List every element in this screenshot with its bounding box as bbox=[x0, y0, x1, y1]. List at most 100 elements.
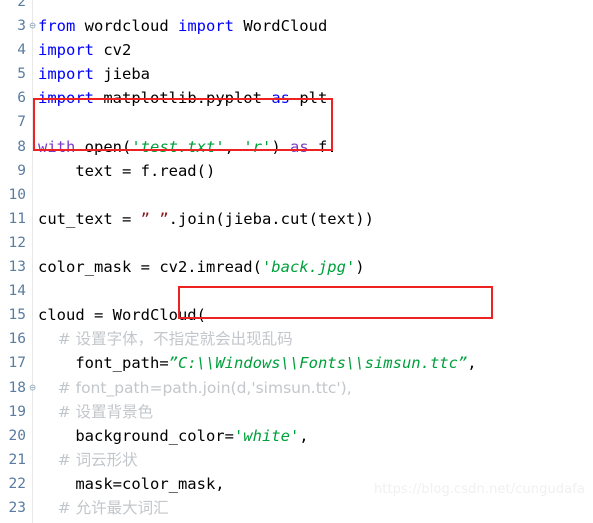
code-line[interactable]: 3 ⊖ from wordcloud import WordCloud bbox=[0, 14, 593, 38]
code-line[interactable]: 20 background_color='white', bbox=[0, 424, 593, 448]
code-token: jieba bbox=[94, 65, 150, 84]
code-token: ) bbox=[271, 137, 290, 156]
code-line[interactable]: 19 # 设置背景色 bbox=[0, 400, 593, 424]
code-token: 'white' bbox=[233, 426, 300, 445]
line-number: 16 bbox=[8, 331, 26, 348]
code-line[interactable]: 7 bbox=[0, 110, 593, 134]
line-number: 10 bbox=[8, 186, 26, 203]
code-token: ” ” bbox=[140, 209, 169, 228]
code-line-text: import cv2 bbox=[38, 38, 131, 62]
code-line[interactable]: 13 color_mask = cv2.imread('back.jpg') bbox=[0, 255, 593, 279]
code-token: as bbox=[290, 137, 309, 156]
code-token: , bbox=[467, 354, 477, 373]
line-number: 9 bbox=[17, 162, 26, 179]
code-line[interactable]: 4 import cv2 bbox=[0, 38, 593, 62]
code-line-text: import jieba bbox=[38, 62, 150, 86]
code-line[interactable]: 5 import jieba bbox=[0, 62, 593, 86]
line-number: 17 bbox=[8, 355, 26, 372]
code-token: import bbox=[177, 17, 234, 36]
code-line[interactable]: 16 # 设置字体，不指定就会出现乱码 bbox=[0, 327, 593, 351]
code-token: import bbox=[38, 65, 94, 84]
code-line[interactable]: 11 cut_text = ” ”.join(jieba.cut(text)) bbox=[0, 207, 593, 231]
watermark-text: https://blog.csdn.net/cungudafa bbox=[373, 482, 585, 497]
code-token: # 词云形状 bbox=[38, 450, 138, 469]
code-token: import bbox=[38, 41, 94, 60]
code-line-text: # 设置背景色 bbox=[38, 400, 153, 424]
code-token: color_mask = cv2.imread( bbox=[38, 258, 262, 277]
line-number: 14 bbox=[8, 283, 26, 300]
code-line-text: with open('test.txt', 'r') as f: bbox=[38, 135, 337, 159]
line-number: 5 bbox=[17, 66, 26, 83]
line-number: 12 bbox=[8, 234, 26, 251]
code-token: WordCloud bbox=[233, 17, 328, 36]
code-line-text: from wordcloud import WordCloud bbox=[38, 14, 327, 38]
code-line-text: mask=color_mask, bbox=[38, 472, 225, 496]
code-token: , bbox=[224, 137, 244, 156]
code-token: 'test.txt' bbox=[131, 137, 225, 156]
code-token: import bbox=[38, 89, 94, 108]
code-token: wordcloud bbox=[75, 17, 178, 36]
code-line-text: cut_text = ” ”.join(jieba.cut(text)) bbox=[38, 207, 374, 231]
line-number: 6 bbox=[17, 90, 26, 107]
code-token: plt bbox=[289, 89, 328, 108]
code-line[interactable]: 17 font_path=”C:\\Windows\\Fonts\\simsun… bbox=[0, 351, 593, 375]
code-line[interactable]: 2 bbox=[0, 0, 593, 14]
code-line[interactable]: 9 text = f.read() bbox=[0, 159, 593, 183]
code-line-text: # 允许最大词汇 bbox=[38, 496, 169, 520]
code-token: mask=color_mask, bbox=[38, 474, 225, 493]
code-line[interactable]: 8 with open('test.txt', 'r') as f: bbox=[0, 135, 593, 159]
line-number: 21 bbox=[8, 451, 26, 468]
code-line-text: # 词云形状 bbox=[38, 448, 138, 472]
line-number: 3 bbox=[17, 18, 26, 35]
code-token: 'r' bbox=[243, 137, 272, 156]
code-token: font_path= bbox=[38, 354, 169, 373]
code-token: # 允许最大词汇 bbox=[38, 498, 169, 517]
code-line-text: # 设置字体，不指定就会出现乱码 bbox=[38, 327, 293, 351]
line-number: 15 bbox=[8, 307, 26, 324]
code-line-text: import matplotlib.pyplot as plt bbox=[38, 86, 327, 110]
code-token: .join(jieba.cut(text)) bbox=[168, 209, 374, 228]
code-line[interactable]: 6 import matplotlib.pyplot as plt bbox=[0, 86, 593, 110]
code-line-text: color_mask = cv2.imread('back.jpg') bbox=[38, 255, 365, 279]
code-line-text: background_color='white', bbox=[38, 424, 309, 448]
code-editor[interactable]: 2 3 ⊖ from wordcloud import WordCloud 4 impor… bbox=[0, 0, 593, 523]
line-number: 2 bbox=[17, 0, 26, 10]
code-token: cut_text = bbox=[38, 209, 141, 228]
code-line[interactable]: 18 ⊖ # font_path=path.join(d,'simsun.ttc'… bbox=[0, 376, 593, 400]
line-number: 8 bbox=[17, 138, 26, 155]
line-number: 22 bbox=[8, 475, 26, 492]
code-token: , bbox=[299, 426, 309, 445]
line-number: 23 bbox=[8, 499, 26, 516]
code-fold-icon[interactable]: ⊖ bbox=[27, 376, 38, 400]
code-line[interactable]: 14 bbox=[0, 279, 593, 303]
code-token: f: bbox=[308, 137, 337, 156]
code-line[interactable]: 12 bbox=[0, 231, 593, 255]
code-line-text: # font_path=path.join(d,'simsun.ttc'), bbox=[38, 376, 352, 400]
line-number: 4 bbox=[17, 42, 26, 59]
line-number: 18 bbox=[8, 379, 26, 396]
code-line[interactable]: 21 # 词云形状 bbox=[0, 448, 593, 472]
code-token: ”C:\\Windows\\Fonts\\simsun.ttc” bbox=[168, 354, 468, 373]
code-token: with bbox=[38, 137, 76, 156]
line-number: 13 bbox=[8, 259, 26, 276]
code-line[interactable]: 23 # 允许最大词汇 bbox=[0, 496, 593, 520]
code-line-text: text = f.read() bbox=[38, 159, 215, 183]
code-line[interactable]: 15 cloud = WordCloud( bbox=[0, 303, 593, 327]
code-token: cv2 bbox=[94, 41, 132, 60]
code-fold-icon[interactable]: ⊖ bbox=[27, 14, 38, 38]
code-token: from bbox=[38, 17, 76, 36]
code-token: ) bbox=[355, 258, 365, 277]
code-lines-container[interactable]: 2 3 ⊖ from wordcloud import WordCloud 4 impor… bbox=[0, 0, 593, 523]
code-token: 'back.jpg' bbox=[261, 258, 356, 277]
code-token: matplotlib.pyplot bbox=[94, 89, 272, 108]
code-token: as bbox=[271, 89, 290, 108]
code-line[interactable]: 10 bbox=[0, 183, 593, 207]
code-token: # 设置字体，不指定就会出现乱码 bbox=[38, 330, 293, 349]
line-number: 7 bbox=[17, 114, 26, 131]
code-token: open( bbox=[75, 137, 132, 156]
code-token: background_color= bbox=[38, 426, 234, 445]
code-token: text = f.read() bbox=[38, 161, 216, 180]
code-line-text: font_path=”C:\\Windows\\Fonts\\simsun.tt… bbox=[38, 351, 477, 375]
line-number: 20 bbox=[8, 427, 26, 444]
code-token: cloud = WordCloud( bbox=[38, 306, 206, 325]
